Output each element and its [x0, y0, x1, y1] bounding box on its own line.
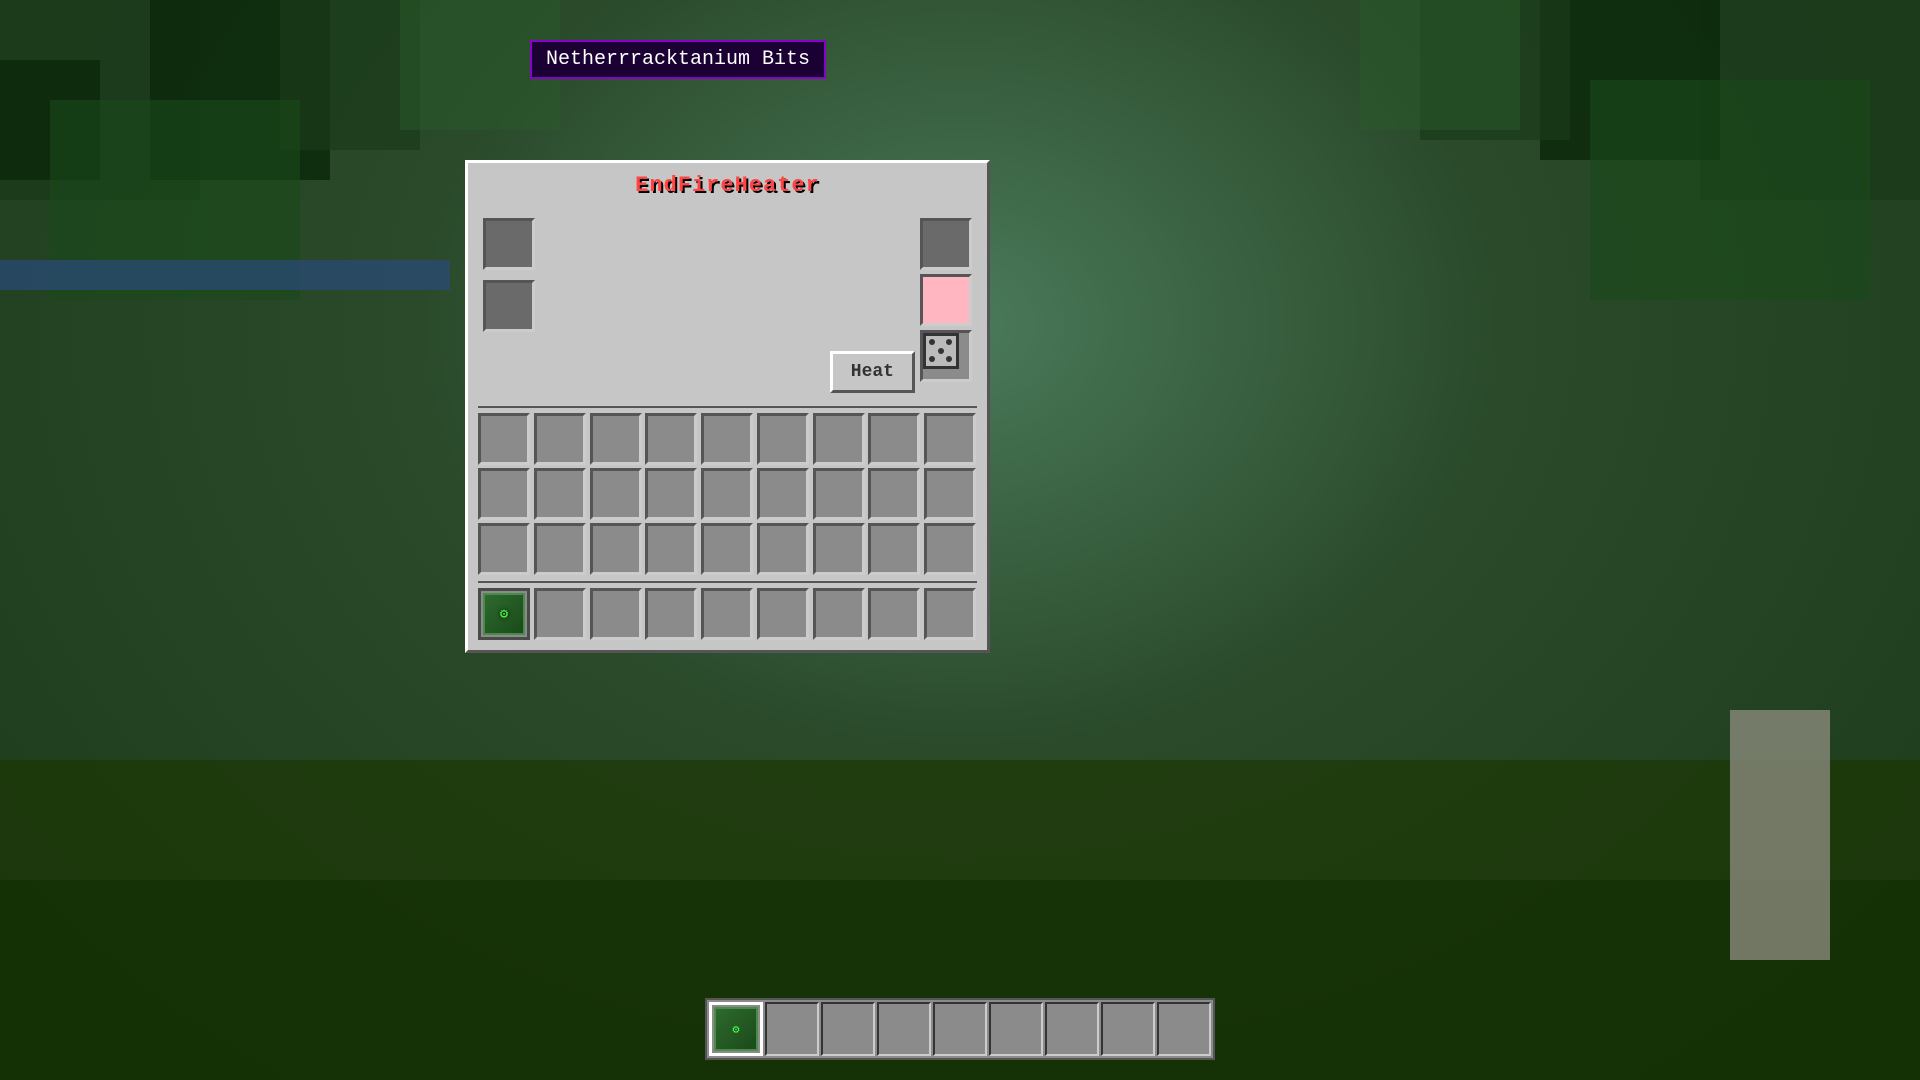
bottom-hotbar-slot-2[interactable]	[821, 1002, 875, 1056]
dot	[929, 356, 935, 362]
inv-slot-0-5[interactable]	[757, 413, 809, 465]
bottom-hotbar-slot-8[interactable]	[1157, 1002, 1211, 1056]
inv-slot-0-4[interactable]	[701, 413, 753, 465]
separator	[478, 405, 977, 408]
inv-slot-2-3[interactable]	[645, 523, 697, 575]
hotbar-slot-6[interactable]	[813, 588, 865, 640]
inv-slot-0-7[interactable]	[868, 413, 920, 465]
bottom-hotbar-slot-1[interactable]	[765, 1002, 819, 1056]
dot	[929, 348, 935, 354]
dot	[938, 348, 944, 354]
inv-slot-1-4[interactable]	[701, 468, 753, 520]
bottom-hotbar-slot-6[interactable]	[1045, 1002, 1099, 1056]
hotbar-slot-7[interactable]	[868, 588, 920, 640]
bottom-hotbar: ⚙	[705, 998, 1215, 1060]
crafting-area: Heat	[478, 213, 977, 393]
hotbar-slot-5[interactable]	[757, 588, 809, 640]
bottom-hotbar-slot-7[interactable]	[1101, 1002, 1155, 1056]
inv-slot-2-1[interactable]	[534, 523, 586, 575]
tooltip-text: Netherrracktanium Bits	[546, 48, 810, 71]
hotbar-slot-3[interactable]	[645, 588, 697, 640]
inv-slot-0-0[interactable]	[478, 413, 530, 465]
dot	[946, 339, 952, 345]
window-title: EndFireHeater	[478, 173, 977, 198]
output-slot-top[interactable]	[920, 218, 972, 270]
hotbar-slot-1[interactable]	[534, 588, 586, 640]
inv-slot-1-1[interactable]	[534, 468, 586, 520]
input-slot-1[interactable]	[483, 218, 535, 270]
hotbar-slot-0[interactable]: ⚙	[478, 588, 530, 640]
hotbar-row: ⚙	[478, 588, 977, 640]
inventory-window: EndFireHeater Heat	[465, 160, 990, 653]
center-space: Heat	[540, 213, 915, 393]
separator-2	[478, 580, 977, 583]
inv-slot-0-8[interactable]	[924, 413, 976, 465]
inv-slot-2-8[interactable]	[924, 523, 976, 575]
inv-slot-2-2[interactable]	[590, 523, 642, 575]
inv-slot-1-0[interactable]	[478, 468, 530, 520]
inv-slot-2-5[interactable]	[757, 523, 809, 575]
input-slot-2[interactable]	[483, 280, 535, 332]
inv-slot-0-3[interactable]	[645, 413, 697, 465]
hotbar-slot-4[interactable]	[701, 588, 753, 640]
inv-slot-0-6[interactable]	[813, 413, 865, 465]
inv-slot-1-8[interactable]	[924, 468, 976, 520]
output-slot-pink[interactable]	[920, 274, 972, 326]
dot	[946, 348, 952, 354]
inv-slot-1-6[interactable]	[813, 468, 865, 520]
output-slots	[915, 213, 977, 393]
inv-slot-1-5[interactable]	[757, 468, 809, 520]
dot	[938, 339, 944, 345]
inv-slot-2-4[interactable]	[701, 523, 753, 575]
player-item-icon: ⚙	[483, 593, 525, 635]
output-slot-dice[interactable]	[920, 330, 972, 382]
inv-slot-1-3[interactable]	[645, 468, 697, 520]
bottom-hotbar-slot-0[interactable]: ⚙	[709, 1002, 763, 1056]
dot	[929, 339, 935, 345]
item-tooltip: Netherrracktanium Bits	[530, 40, 826, 79]
hotbar-slot-2[interactable]	[590, 588, 642, 640]
dice-icon	[923, 333, 959, 369]
inv-slot-1-7[interactable]	[868, 468, 920, 520]
hotbar-slot-8[interactable]	[924, 588, 976, 640]
dot	[938, 356, 944, 362]
inv-slot-2-0[interactable]	[478, 523, 530, 575]
bottom-hotbar-slot-3[interactable]	[877, 1002, 931, 1056]
bottom-item-icon: ⚙	[714, 1007, 758, 1051]
inv-slot-1-2[interactable]	[590, 468, 642, 520]
inventory-grid	[478, 413, 977, 575]
heat-button[interactable]: Heat	[830, 351, 915, 393]
bottom-hotbar-slot-5[interactable]	[989, 1002, 1043, 1056]
dot	[946, 356, 952, 362]
inv-slot-2-6[interactable]	[813, 523, 865, 575]
inv-slot-0-2[interactable]	[590, 413, 642, 465]
inv-slot-0-1[interactable]	[534, 413, 586, 465]
bottom-hotbar-slot-4[interactable]	[933, 1002, 987, 1056]
input-slots	[478, 213, 540, 393]
inv-slot-2-7[interactable]	[868, 523, 920, 575]
